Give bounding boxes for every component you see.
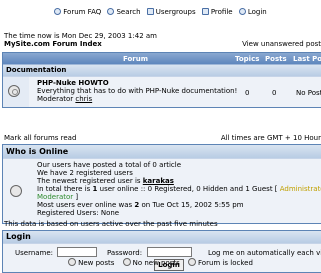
username-input[interactable] [57,247,97,257]
forum-index-link[interactable]: MySite.com Forum Index [4,40,102,48]
forum-locked-icon [188,258,197,266]
forum-column-header: Forum [123,55,149,63]
nav-search-label: Search [116,8,141,16]
topics-count: 0 [245,89,250,97]
nav-login[interactable]: Login [238,8,267,16]
profile-icon [201,8,209,15]
forum-moderator: Moderator chris [37,95,92,103]
view-unanswered-link[interactable]: View unanswered post [242,40,321,48]
moderator-name-link[interactable]: chris [75,95,92,103]
no-new-posts-icon [122,258,131,266]
newest-user-text: The newest registered user is karakas [37,177,174,185]
registered-users-count-text: We have 2 registered users [37,169,133,177]
mark-forums-read-link[interactable]: Mark all forums read [4,134,76,142]
timezone-text: All times are GMT + 10 Hour [220,134,321,142]
legend-new-posts: New posts [68,258,114,267]
max-online-text: Most users ever online was 2 on Tue Oct … [37,201,244,209]
current-time-text: The time now is Mon Dec 29, 2003 1:42 am [4,32,157,40]
who-is-online-icon [10,185,22,197]
nav-profile[interactable]: Profile [201,8,233,16]
usergroups-icon [146,8,154,15]
legend: New posts No new posts Forum is locked [0,258,321,267]
category-documentation[interactable]: Documentation [3,64,321,76]
password-label: Password: [107,249,143,257]
legend-forum-locked: Forum is locked [188,258,253,267]
activity-note: This data is based on users active over … [4,220,218,228]
last-post-column-header: Last Post [293,55,321,63]
auto-login-label: Log me on automatically each visit [208,249,321,257]
newest-user-link[interactable]: karakas [143,177,174,185]
forum-table: Forum Topics Posts Last Post Documentati… [2,52,321,108]
nav-forum-faq-label: Forum FAQ [63,8,102,16]
posts-count: 0 [272,89,277,97]
nav-forum-faq[interactable]: Forum FAQ [54,8,101,16]
nav-search[interactable]: Search [107,8,141,16]
who-is-online-stats: Our users have posted a total of 0 artic… [37,161,321,217]
registered-users-online-text: Registered Users: None [37,209,120,217]
login-title[interactable]: Login [3,231,321,243]
nav-login-label: Login [247,8,267,16]
login-icon [238,8,246,15]
new-posts-icon [68,258,77,266]
forum-description: Everything that has to do with PHP-Nuke … [37,87,238,95]
online-total-text: In total there is 1 user online :: 0 Reg… [37,185,321,193]
legend-no-new-posts: No new posts [122,258,180,267]
nav-profile-label: Profile [210,8,233,16]
total-posts-text: Our users have posted a total of 0 artic… [37,161,182,169]
forum-subline: Mark all forums read All times are GMT +… [4,134,321,142]
topics-column-header: Topics [235,55,260,63]
who-is-online-panel: Who is Online Our users have posted a to… [2,144,321,224]
no-new-posts-folder-icon [8,85,20,97]
faq-icon [54,8,62,15]
username-label: Username: [15,249,54,257]
who-is-online-title[interactable]: Who is Online [3,145,321,158]
forum-title-link[interactable]: PHP-Nuke HOWTO [37,79,109,87]
administrator-legend: Administrator [279,185,321,193]
moderator-legend-line: Moderator ] [37,193,79,201]
top-navigation: Forum FAQ Search Usergroups Profile Logi… [0,8,321,16]
last-post-value: No Posts [296,89,321,97]
forum-row: PHP-Nuke HOWTO Everything that has to do… [3,76,321,107]
search-icon [107,8,115,15]
posts-column-header: Posts [265,55,287,63]
forum-table-header: Forum Topics Posts Last Post [3,53,321,64]
moderator-legend: Moderator [37,193,74,201]
nav-usergroups-label: Usergroups [155,8,196,16]
moderator-label: Moderator [37,95,74,103]
password-input[interactable] [147,247,192,257]
nav-usergroups[interactable]: Usergroups [146,8,196,16]
